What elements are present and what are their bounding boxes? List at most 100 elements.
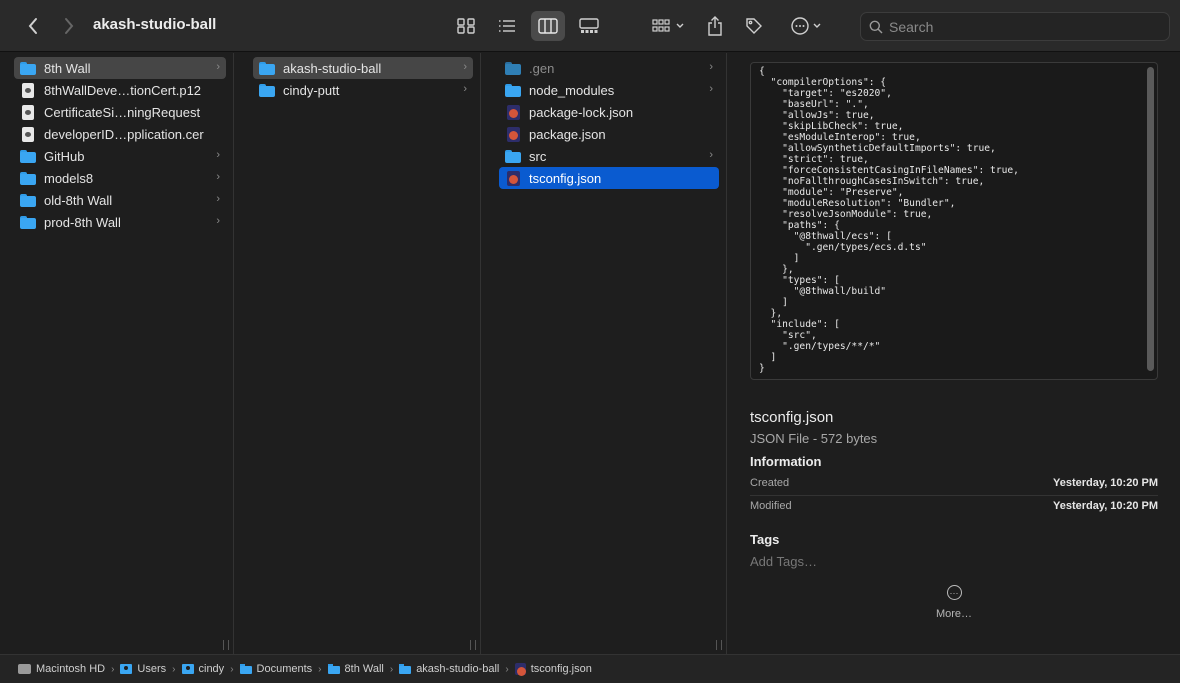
path-label: 8th Wall <box>344 663 384 675</box>
created-label: Created <box>750 477 790 489</box>
list-item-label: CertificateSi…ningRequest <box>44 104 201 120</box>
list-item[interactable]: old-8th Wall › <box>14 189 226 211</box>
tag-button[interactable] <box>742 11 766 41</box>
folder-icon <box>20 192 36 208</box>
column-3: .gen › node_modules › package-lock.json packa… <box>491 53 727 654</box>
list-item[interactable]: CertificateSi…ningRequest <box>14 101 226 123</box>
list-item-label: 8th Wall <box>44 60 91 76</box>
list-item-label: GitHub <box>44 148 85 164</box>
created-value: Yesterday, 10:20 PM <box>1053 477 1158 489</box>
path-item-8th-wall[interactable]: 8th Wall <box>327 663 384 675</box>
back-icon <box>28 18 37 34</box>
forward-button[interactable] <box>58 11 80 41</box>
path-label: cindy <box>198 663 225 675</box>
folder-icon <box>327 664 340 674</box>
search-icon <box>869 20 883 33</box>
list-view-button[interactable] <box>490 11 524 41</box>
list-item[interactable]: GitHub › <box>14 145 226 167</box>
icon-view-button[interactable] <box>449 11 483 41</box>
list-item[interactable]: package-lock.json <box>499 101 719 123</box>
list-item-label: models8 <box>44 170 94 186</box>
column-view-button[interactable] <box>531 11 565 41</box>
column-resize-handle[interactable] <box>223 640 229 650</box>
path-label: akash-studio-ball <box>416 663 500 675</box>
list-item[interactable]: cindy-putt › <box>253 79 473 101</box>
path-separator-icon: › <box>111 663 115 675</box>
list-item[interactable]: 8th Wall › <box>14 57 226 79</box>
path-separator-icon: › <box>389 663 394 675</box>
group-button[interactable] <box>648 11 688 41</box>
preview-file-name: tsconfig.json <box>750 409 834 426</box>
gallery-view-icon <box>579 18 599 33</box>
path-separator-icon: › <box>505 663 509 675</box>
chevron-right-icon: › <box>463 61 467 73</box>
path-item-cindy[interactable]: cindy <box>181 663 225 675</box>
modified-value: Yesterday, 10:20 PM <box>1053 500 1158 512</box>
document-icon <box>20 82 36 98</box>
json-file-icon <box>505 126 521 142</box>
preview-scrollbar[interactable] <box>1147 67 1154 371</box>
icon-view-icon <box>457 18 475 34</box>
document-icon <box>20 104 36 120</box>
path-item-users[interactable]: Users <box>120 663 166 675</box>
chevron-right-icon: › <box>216 171 220 183</box>
list-item[interactable]: tsconfig.json <box>499 167 719 189</box>
back-button[interactable] <box>22 11 44 41</box>
list-item[interactable]: package.json <box>499 123 719 145</box>
list-item-label: developerID…pplication.cer <box>44 126 204 142</box>
folder-icon <box>20 148 36 164</box>
list-item-label: package-lock.json <box>529 104 634 120</box>
list-item[interactable]: src › <box>499 145 719 167</box>
more-button[interactable]: ··· More… <box>930 585 978 620</box>
list-item[interactable]: models8 › <box>14 167 226 189</box>
folder-icon <box>505 60 521 76</box>
folder-icon <box>399 664 412 674</box>
list-item-label: package.json <box>529 126 606 142</box>
more-actions-button[interactable] <box>785 11 825 41</box>
list-item[interactable]: 8thWallDeve…tionCert.p12 <box>14 79 226 101</box>
path-item-documents[interactable]: Documents <box>239 663 313 675</box>
path-item-tsconfig[interactable]: tsconfig.json <box>514 663 592 676</box>
chevron-right-icon: › <box>216 149 220 161</box>
folder-icon <box>20 170 36 186</box>
folder-icon <box>259 60 275 76</box>
list-item-label: tsconfig.json <box>529 170 602 186</box>
preview-file-kind: JSON File - 572 bytes <box>750 431 878 446</box>
list-item[interactable]: akash-studio-ball › <box>253 57 473 79</box>
gallery-view-button[interactable] <box>572 11 606 41</box>
add-tags-input[interactable] <box>750 554 1158 569</box>
share-icon <box>708 16 722 36</box>
folder-icon <box>259 82 275 98</box>
folder-icon <box>20 214 36 230</box>
share-button[interactable] <box>703 11 727 41</box>
path-label: Documents <box>256 663 313 675</box>
json-file-icon <box>514 663 526 676</box>
list-item-label: node_modules <box>529 82 615 98</box>
list-item-label: old-8th Wall <box>44 192 113 208</box>
list-item[interactable]: node_modules › <box>499 79 719 101</box>
tags-heading: Tags <box>750 532 780 547</box>
chevron-right-icon: › <box>709 83 713 95</box>
search-input[interactable] <box>889 18 1149 35</box>
file-preview[interactable]: { "compilerOptions": { "target": "es2020… <box>750 62 1158 380</box>
column-resize-handle[interactable] <box>470 640 476 650</box>
path-bar: Macintosh HD › Users › cindy › Documents… <box>0 654 1180 683</box>
path-item-akash-studio-ball[interactable]: akash-studio-ball <box>399 663 499 675</box>
list-item[interactable]: prod-8th Wall › <box>14 211 226 233</box>
more-label: More… <box>935 608 973 620</box>
search-field[interactable] <box>860 12 1170 41</box>
json-file-icon <box>505 170 521 186</box>
column-resize-handle[interactable] <box>716 640 722 650</box>
path-item-macintosh-hd[interactable]: Macintosh HD <box>18 663 105 675</box>
list-item[interactable]: developerID…pplication.cer <box>14 123 226 145</box>
folder-icon <box>505 148 521 164</box>
column-view-icon <box>538 18 558 34</box>
chevron-right-icon: › <box>709 149 713 161</box>
preview-pane: { "compilerOptions": { "target": "es2020… <box>738 53 1180 654</box>
list-item-label: 8thWallDeve…tionCert.p12 <box>44 82 202 98</box>
modified-label: Modified <box>750 500 792 512</box>
forward-icon <box>65 18 74 34</box>
path-separator-icon: › <box>172 663 176 675</box>
folder-icon <box>239 664 252 674</box>
list-item[interactable]: .gen › <box>499 57 719 79</box>
